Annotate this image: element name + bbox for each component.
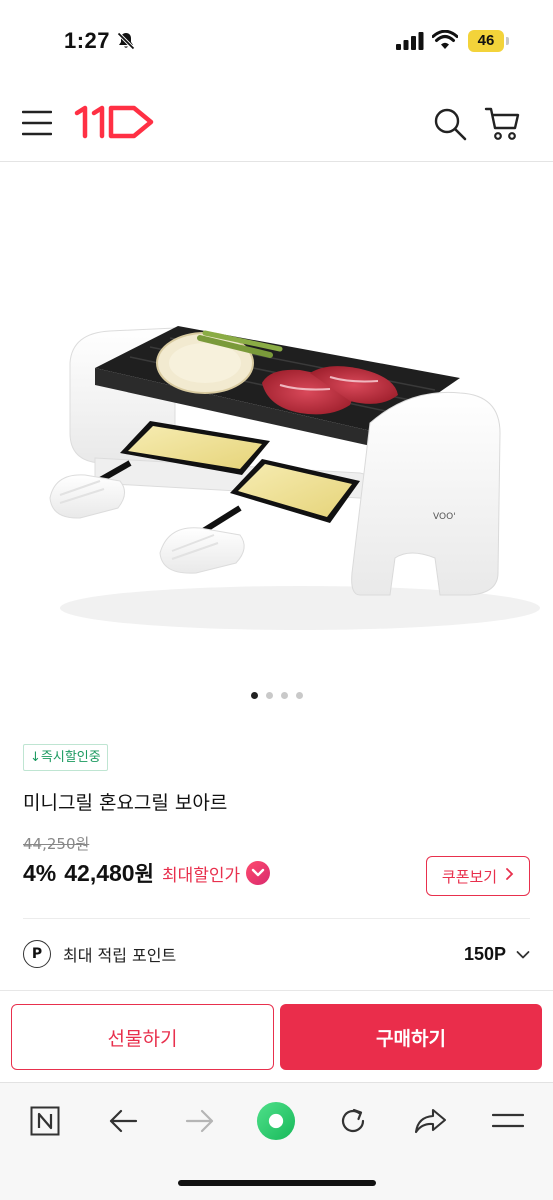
home-indicator[interactable]: [178, 1180, 376, 1186]
points-icon: P: [23, 940, 51, 968]
chevron-down-icon[interactable]: [516, 945, 530, 964]
battery-cap: [506, 37, 509, 45]
chevron-right-icon: [505, 867, 514, 885]
points-row[interactable]: P 최대 적립 포인트 150P: [23, 934, 530, 974]
hamburger-menu-icon[interactable]: [21, 110, 53, 140]
forward-arrow-icon[interactable]: [180, 1101, 220, 1141]
cart-icon[interactable]: [484, 106, 522, 146]
gift-button[interactable]: 선물하기: [11, 1004, 274, 1070]
share-icon[interactable]: [410, 1101, 450, 1141]
wifi-icon: [431, 29, 459, 54]
divider: [0, 990, 553, 991]
carousel-dot-3[interactable]: [280, 692, 288, 699]
naver-n-icon[interactable]: [25, 1101, 65, 1141]
instant-discount-badge: ↓즉시할인중: [23, 744, 108, 771]
points-value: 150P: [463, 943, 506, 964]
back-arrow-icon[interactable]: [103, 1101, 143, 1141]
coupon-view-button[interactable]: 쿠폰보기: [426, 856, 530, 896]
battery-level: 46: [468, 30, 504, 52]
currency-unit: 원: [134, 862, 154, 886]
sale-price: 42,480: [64, 859, 135, 886]
coupon-button-label: 쿠폰보기: [441, 867, 498, 886]
carousel-dot-1[interactable]: [250, 692, 258, 699]
original-price: 44,250원: [23, 835, 90, 853]
signal-icon: [396, 32, 424, 54]
app-header: [0, 82, 553, 162]
price-row: 4% 42,480 원 최대할인가: [23, 856, 271, 890]
search-icon[interactable]: [433, 107, 467, 145]
chevron-down-icon[interactable]: [246, 861, 271, 885]
status-bar: 1:27 46: [0, 0, 553, 82]
carousel-dots[interactable]: [0, 684, 553, 699]
menu-lines-icon[interactable]: [488, 1101, 528, 1141]
points-label: 최대 적립 포인트: [63, 946, 177, 965]
max-discount-label[interactable]: 최대할인가: [162, 861, 240, 886]
11st-logo[interactable]: [74, 105, 156, 143]
green-home-icon[interactable]: [256, 1101, 296, 1141]
bell-slash-icon: [116, 31, 136, 55]
reload-icon[interactable]: [333, 1101, 373, 1141]
divider: [23, 918, 530, 919]
product-title: 미니그릴 혼요그릴 보아르: [23, 792, 228, 814]
carousel-dot-2[interactable]: [265, 692, 273, 699]
discount-rate: 4%: [23, 859, 57, 886]
svg-text:VOO': VOO': [433, 512, 456, 522]
status-time: 1:27: [64, 28, 111, 53]
product-image[interactable]: VOO': [0, 163, 553, 673]
buy-button[interactable]: 구매하기: [280, 1004, 542, 1070]
product-illustration: VOO': [49, 326, 540, 630]
carousel-dot-4[interactable]: [295, 692, 303, 699]
